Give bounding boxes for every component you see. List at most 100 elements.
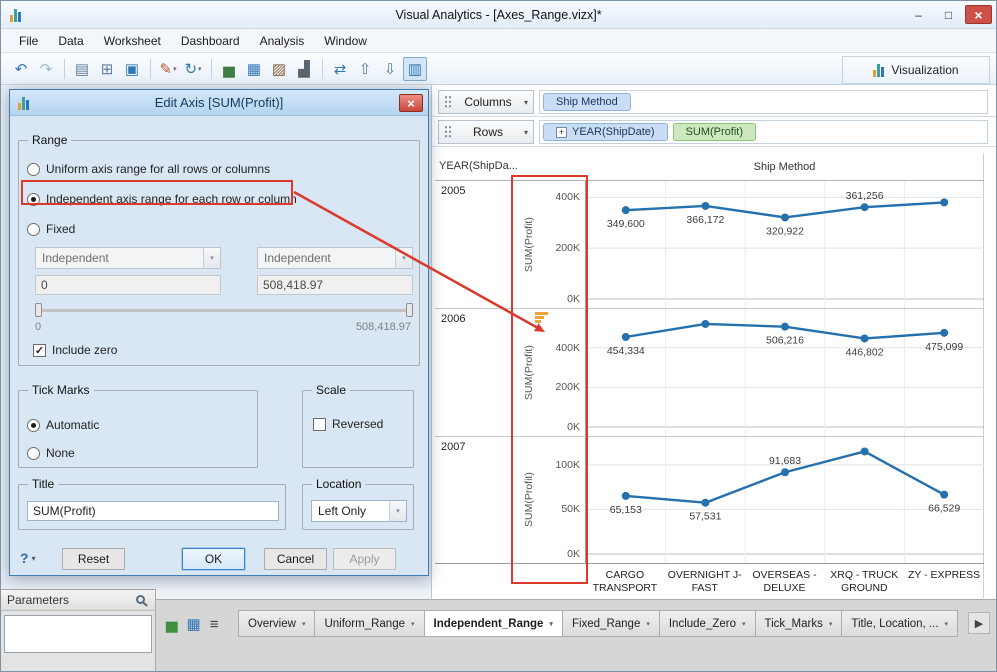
redo-icon[interactable]: ↷ <box>34 57 58 81</box>
menu-analysis[interactable]: Analysis <box>250 31 315 51</box>
menu-window[interactable]: Window <box>314 31 377 51</box>
toolbar-separator <box>322 58 323 79</box>
menu-file[interactable]: File <box>9 31 48 51</box>
expand-icon[interactable]: + <box>556 126 567 138</box>
row-field-header[interactable]: YEAR(ShipDa... <box>435 153 585 181</box>
category-label-cargo-transport[interactable]: CARGO TRANSPORT <box>585 569 665 598</box>
rows-button[interactable]: Rows ▾ <box>438 120 534 144</box>
columns-button[interactable]: Columns ▾ <box>438 90 534 114</box>
category-label-zy-express[interactable]: ZY - EXPRESS <box>904 569 984 598</box>
columns-shelf[interactable]: Ship Method <box>539 90 988 114</box>
histogram-icon[interactable]: ▟ <box>292 57 316 81</box>
visualization-tab[interactable]: Visualization <box>842 56 990 84</box>
rows-shelf[interactable]: + YEAR(ShipDate) SUM(Profit) <box>539 120 988 144</box>
dialog-close-button[interactable]: × <box>399 94 423 112</box>
row-label-2006[interactable]: 2006 <box>435 309 521 437</box>
help-button[interactable]: ? ▾ <box>20 550 36 566</box>
menu-worksheet[interactable]: Worksheet <box>94 31 171 51</box>
dropdown-caret-icon: ▾ <box>549 620 553 628</box>
reversed-checkbox[interactable]: Reversed <box>313 417 383 431</box>
grid-icon[interactable]: ▦ <box>242 57 266 81</box>
location-dropdown[interactable]: Left Only ▾ <box>311 500 407 522</box>
axis-tick-label: 0K <box>567 548 580 560</box>
close-button[interactable]: × <box>965 5 992 24</box>
format-painter-icon[interactable]: ✎ ▾ <box>156 57 180 81</box>
dialog-body: Range Independent ▾ Independent ▾ 0 508,… <box>10 116 428 575</box>
slider-min-label: 0 <box>35 321 42 333</box>
tick-marks-option-none[interactable]: None <box>27 445 75 461</box>
svg-text:361,256: 361,256 <box>846 190 884 202</box>
swap-axes-icon[interactable]: ⇄ <box>328 57 352 81</box>
sheet-tab-include-zero[interactable]: Include_Zero ▾ <box>658 610 756 637</box>
sheet-tab-uniform-range[interactable]: Uniform_Range ▾ <box>314 610 425 637</box>
y-axis-title: SUM(Profit) <box>523 472 535 528</box>
svg-text:320,922: 320,922 <box>766 225 804 237</box>
sort-descending-icon[interactable]: ⇩ <box>378 57 402 81</box>
bar-chart-icon[interactable]: ▅ <box>217 57 241 81</box>
y-axis-2007[interactable]: SUM(Profit) 100K 50K 0K <box>521 437 585 564</box>
row-label-2007[interactable]: 2007 <box>435 437 521 564</box>
include-zero-checkbox[interactable]: ✓ Include zero <box>33 343 117 357</box>
column-field-header[interactable]: Ship Method <box>585 153 984 181</box>
list-view-icon[interactable]: ≡ <box>210 616 219 633</box>
undo-icon[interactable]: ↶ <box>9 57 33 81</box>
sheet-tab-strip: ▅ ▦ ≡ Overview ▾ Uniform_Range ▾ Independent_R… <box>156 599 996 671</box>
slider-track <box>35 309 413 312</box>
grid-view-icon[interactable]: ▦ <box>187 615 201 633</box>
axis-title-field[interactable] <box>27 501 279 521</box>
axis-tick-label: 400K <box>555 341 580 354</box>
save-icon[interactable]: ▣ <box>120 57 144 81</box>
category-label-xrq-truck-ground[interactable]: XRQ - TRUCK GROUND <box>824 569 904 598</box>
maximize-button[interactable]: □ <box>935 5 962 24</box>
category-label-overseas-deluxe[interactable]: OVERSEAS - DELUXE <box>745 569 825 598</box>
custom-axis-indicator-icon <box>535 312 548 324</box>
range-option-fixed[interactable]: Fixed <box>27 221 75 237</box>
sheet-tab-independent-range[interactable]: Independent_Range ▾ <box>423 610 563 637</box>
category-label-overnight-j-fast[interactable]: OVERNIGHT J- FAST <box>665 569 745 598</box>
svg-text:506,216: 506,216 <box>766 335 804 347</box>
tab-scroll-right-icon[interactable]: ▶ <box>968 612 990 634</box>
sheet-sorter-icon[interactable]: ▅ <box>166 615 178 633</box>
ok-button[interactable]: OK <box>182 548 245 570</box>
sheet-tab-tick-marks[interactable]: Tick_Marks ▾ <box>754 610 843 637</box>
sheet-tab-fixed-range[interactable]: Fixed_Range ▾ <box>561 610 660 637</box>
pill-ship-method[interactable]: Ship Method <box>543 93 631 111</box>
edit-axes-icon[interactable]: ▥ <box>403 56 427 81</box>
new-worksheet-icon[interactable]: ▤ <box>70 57 94 81</box>
dropdown-caret-icon: ▾ <box>301 620 306 628</box>
menu-data[interactable]: Data <box>48 31 93 51</box>
range-option-independent-axis-range-for-each-row-or-column[interactable]: Independent axis range for each row or c… <box>27 191 297 207</box>
dropdown-caret-icon: ▾ <box>828 620 833 628</box>
sheet-tab-overview[interactable]: Overview ▾ <box>238 610 316 637</box>
y-axis-2006[interactable]: SUM(Profit) 400K 200K 0K <box>521 309 585 437</box>
cancel-button[interactable]: Cancel <box>264 548 327 570</box>
combo-chart-icon[interactable]: ▨ <box>267 57 291 81</box>
search-icon[interactable] <box>136 595 145 604</box>
menu-dashboard[interactable]: Dashboard <box>171 31 250 51</box>
axis-tick-label: 0K <box>567 421 580 433</box>
axis-tick-label: 0K <box>567 293 580 305</box>
plot-2007[interactable]: 65,153 57,531 91,683 66,529 <box>585 437 984 564</box>
tick-marks-option-automatic[interactable]: Automatic <box>27 417 99 433</box>
chevron-down-icon: ▾ <box>203 248 220 268</box>
duplicate-worksheet-icon[interactable]: ⊞ <box>95 57 119 81</box>
sort-ascending-icon[interactable]: ⇧ <box>353 57 377 81</box>
pill-sum-profit[interactable]: SUM(Profit) <box>672 123 756 141</box>
pill-year-shipdate[interactable]: + YEAR(ShipDate) <box>543 123 668 141</box>
dropdown-caret-icon: ▾ <box>411 620 415 628</box>
y-axis-2005[interactable]: SUM(Profit) 400K 200K 0K <box>521 181 585 309</box>
reset-button[interactable]: Reset <box>62 548 125 570</box>
range-option-uniform-axis-range-for-all-rows-or-columns[interactable]: Uniform axis range for all rows or colum… <box>27 161 270 177</box>
sheet-tabs: Overview ▾ Uniform_Range ▾ Independent_Range… <box>238 610 959 637</box>
scale-group: Scale Reversed <box>302 383 414 468</box>
plot-2006[interactable]: 454,334 506,216 446,802 475,099 <box>585 309 984 437</box>
location-legend: Location <box>312 477 366 491</box>
refresh-icon[interactable]: ↻ ▾ <box>181 57 205 81</box>
columns-label: Columns <box>464 95 512 109</box>
row-label-2005[interactable]: 2005 <box>435 181 521 309</box>
plot-2005[interactable]: 349,600 366,172 320,922 361,256 <box>585 181 984 309</box>
minimize-button[interactable]: – <box>905 5 932 24</box>
parameters-list[interactable] <box>4 615 152 653</box>
radio-icon <box>27 162 40 176</box>
sheet-tab-title-location[interactable]: Title, Location, ... ▾ <box>841 610 959 637</box>
